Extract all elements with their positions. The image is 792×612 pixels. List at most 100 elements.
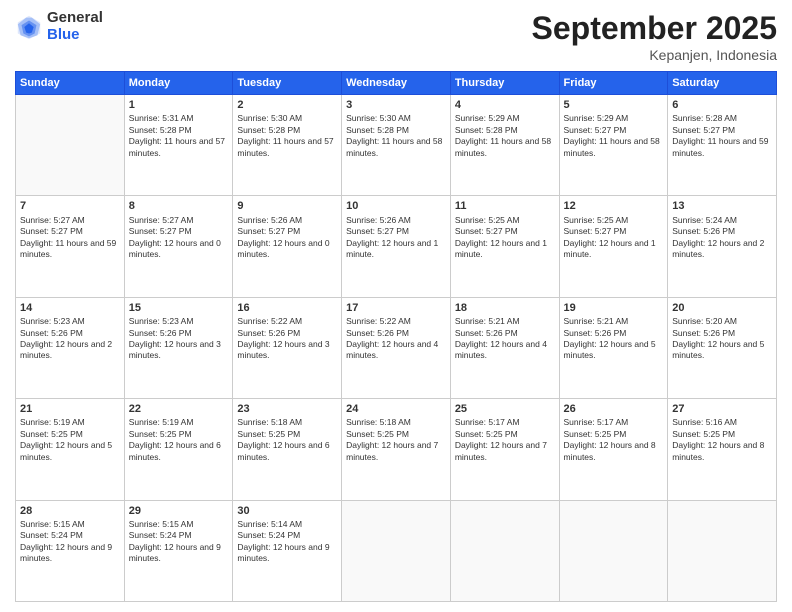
table-row: 16Sunrise: 5:22 AM Sunset: 5:26 PM Dayli… bbox=[233, 297, 342, 398]
table-row: 26Sunrise: 5:17 AM Sunset: 5:25 PM Dayli… bbox=[559, 399, 668, 500]
table-row bbox=[342, 500, 451, 601]
table-row: 13 Sunrise: 5:24 AM Sunset: 5:26 PM Dayli… bbox=[668, 196, 777, 297]
day-info: Sunrise: 5:20 AM Sunset: 5:26 PM Dayligh… bbox=[672, 316, 772, 362]
table-row: 29Sunrise: 5:15 AM Sunset: 5:24 PM Dayli… bbox=[124, 500, 233, 601]
day-info: Sunrise: 5:26 AM Sunset: 5:27 PM Dayligh… bbox=[346, 215, 446, 261]
day-info: Sunrise: 5:21 AM Sunset: 5:26 PM Dayligh… bbox=[455, 316, 555, 362]
table-row: 1Sunrise: 5:31 AM Sunset: 5:28 PM Daylig… bbox=[124, 95, 233, 196]
day-number: 27 bbox=[672, 402, 772, 416]
day-info: Sunrise: 5:25 AM Sunset: 5:27 PM Dayligh… bbox=[455, 215, 555, 261]
day-info: Sunrise: 5:23 AM Sunset: 5:26 PM Dayligh… bbox=[20, 316, 120, 362]
table-row: 5Sunrise: 5:29 AM Sunset: 5:27 PM Daylig… bbox=[559, 95, 668, 196]
day-info: Sunrise: 5:30 AM Sunset: 5:28 PM Dayligh… bbox=[237, 113, 337, 159]
table-row: 24Sunrise: 5:18 AM Sunset: 5:25 PM Dayli… bbox=[342, 399, 451, 500]
day-info: Sunrise: 5:16 AM Sunset: 5:25 PM Dayligh… bbox=[672, 417, 772, 463]
day-info: Sunrise: 5:30 AM Sunset: 5:28 PM Dayligh… bbox=[346, 113, 446, 159]
table-row bbox=[450, 500, 559, 601]
day-info: Sunrise: 5:18 AM Sunset: 5:25 PM Dayligh… bbox=[346, 417, 446, 463]
table-row: 8Sunrise: 5:27 AM Sunset: 5:27 PM Daylig… bbox=[124, 196, 233, 297]
col-tuesday: Tuesday bbox=[233, 72, 342, 95]
calendar-week-row: 7 Sunrise: 5:27 AM Sunset: 5:27 PM Daylig… bbox=[16, 196, 777, 297]
table-row: 28Sunrise: 5:15 AM Sunset: 5:24 PM Dayli… bbox=[16, 500, 125, 601]
day-info: Sunrise: 5:22 AM Sunset: 5:26 PM Dayligh… bbox=[237, 316, 337, 362]
day-number: 15 bbox=[129, 301, 229, 315]
day-info: Sunrise: 5:23 AM Sunset: 5:26 PM Dayligh… bbox=[129, 316, 229, 362]
table-row: 10 Sunrise: 5:26 AM Sunset: 5:27 PM Dayli… bbox=[342, 196, 451, 297]
table-row: 2Sunrise: 5:30 AM Sunset: 5:28 PM Daylig… bbox=[233, 95, 342, 196]
day-number: 17 bbox=[346, 301, 446, 315]
table-row bbox=[668, 500, 777, 601]
calendar-week-row: 28Sunrise: 5:15 AM Sunset: 5:24 PM Dayli… bbox=[16, 500, 777, 601]
day-number: 25 bbox=[455, 402, 555, 416]
day-info: Sunrise: 5:25 AM Sunset: 5:27 PM Dayligh… bbox=[564, 215, 664, 261]
day-number: 29 bbox=[129, 504, 229, 518]
table-row: 25Sunrise: 5:17 AM Sunset: 5:25 PM Dayli… bbox=[450, 399, 559, 500]
day-number: 28 bbox=[20, 504, 120, 518]
day-info: Sunrise: 5:26 AM Sunset: 5:27 PM Dayligh… bbox=[237, 215, 337, 261]
table-row: 27Sunrise: 5:16 AM Sunset: 5:25 PM Dayli… bbox=[668, 399, 777, 500]
calendar-week-row: 21Sunrise: 5:19 AM Sunset: 5:25 PM Dayli… bbox=[16, 399, 777, 500]
day-number: 3 bbox=[346, 98, 446, 112]
day-number: 26 bbox=[564, 402, 664, 416]
table-row: 14Sunrise: 5:23 AM Sunset: 5:26 PM Dayli… bbox=[16, 297, 125, 398]
table-row: 11 Sunrise: 5:25 AM Sunset: 5:27 PM Dayli… bbox=[450, 196, 559, 297]
table-row: 6Sunrise: 5:28 AM Sunset: 5:27 PM Daylig… bbox=[668, 95, 777, 196]
day-info: Sunrise: 5:17 AM Sunset: 5:25 PM Dayligh… bbox=[564, 417, 664, 463]
table-row: 21Sunrise: 5:19 AM Sunset: 5:25 PM Dayli… bbox=[16, 399, 125, 500]
table-row: 4Sunrise: 5:29 AM Sunset: 5:28 PM Daylig… bbox=[450, 95, 559, 196]
col-saturday: Saturday bbox=[668, 72, 777, 95]
day-number: 12 bbox=[564, 199, 664, 213]
location: Kepanjen, Indonesia bbox=[532, 47, 777, 63]
day-info: Sunrise: 5:24 AM Sunset: 5:26 PM Dayligh… bbox=[672, 215, 772, 261]
day-number: 1 bbox=[129, 98, 229, 112]
month-title: September 2025 bbox=[532, 10, 777, 47]
day-info: Sunrise: 5:18 AM Sunset: 5:25 PM Dayligh… bbox=[237, 417, 337, 463]
day-info: Sunrise: 5:22 AM Sunset: 5:26 PM Dayligh… bbox=[346, 316, 446, 362]
day-number: 19 bbox=[564, 301, 664, 315]
header: General Blue September 2025 Kepanjen, In… bbox=[15, 10, 777, 63]
table-row: 30Sunrise: 5:14 AM Sunset: 5:24 PM Dayli… bbox=[233, 500, 342, 601]
day-number: 5 bbox=[564, 98, 664, 112]
day-number: 4 bbox=[455, 98, 555, 112]
table-row: 18Sunrise: 5:21 AM Sunset: 5:26 PM Dayli… bbox=[450, 297, 559, 398]
day-number: 30 bbox=[237, 504, 337, 518]
calendar-header-row: Sunday Monday Tuesday Wednesday Thursday… bbox=[16, 72, 777, 95]
day-number: 11 bbox=[455, 199, 555, 213]
day-info: Sunrise: 5:31 AM Sunset: 5:28 PM Dayligh… bbox=[129, 113, 229, 159]
table-row: 15Sunrise: 5:23 AM Sunset: 5:26 PM Dayli… bbox=[124, 297, 233, 398]
logo-text: General Blue bbox=[47, 10, 103, 43]
table-row: 20Sunrise: 5:20 AM Sunset: 5:26 PM Dayli… bbox=[668, 297, 777, 398]
table-row: 19Sunrise: 5:21 AM Sunset: 5:26 PM Dayli… bbox=[559, 297, 668, 398]
col-thursday: Thursday bbox=[450, 72, 559, 95]
calendar-week-row: 14Sunrise: 5:23 AM Sunset: 5:26 PM Dayli… bbox=[16, 297, 777, 398]
day-number: 13 bbox=[672, 199, 772, 213]
logo-blue-text: Blue bbox=[47, 27, 103, 44]
table-row: 3Sunrise: 5:30 AM Sunset: 5:28 PM Daylig… bbox=[342, 95, 451, 196]
calendar-week-row: 1Sunrise: 5:31 AM Sunset: 5:28 PM Daylig… bbox=[16, 95, 777, 196]
day-number: 2 bbox=[237, 98, 337, 112]
table-row bbox=[16, 95, 125, 196]
logo: General Blue bbox=[15, 10, 103, 43]
day-info: Sunrise: 5:27 AM Sunset: 5:27 PM Dayligh… bbox=[20, 215, 120, 261]
table-row: 12 Sunrise: 5:25 AM Sunset: 5:27 PM Dayli… bbox=[559, 196, 668, 297]
table-row: 9Sunrise: 5:26 AM Sunset: 5:27 PM Daylig… bbox=[233, 196, 342, 297]
title-block: September 2025 Kepanjen, Indonesia bbox=[532, 10, 777, 63]
day-number: 23 bbox=[237, 402, 337, 416]
day-number: 21 bbox=[20, 402, 120, 416]
col-monday: Monday bbox=[124, 72, 233, 95]
day-info: Sunrise: 5:19 AM Sunset: 5:25 PM Dayligh… bbox=[20, 417, 120, 463]
day-number: 24 bbox=[346, 402, 446, 416]
col-sunday: Sunday bbox=[16, 72, 125, 95]
table-row: 23Sunrise: 5:18 AM Sunset: 5:25 PM Dayli… bbox=[233, 399, 342, 500]
table-row: 17Sunrise: 5:22 AM Sunset: 5:26 PM Dayli… bbox=[342, 297, 451, 398]
day-number: 6 bbox=[672, 98, 772, 112]
day-number: 20 bbox=[672, 301, 772, 315]
col-wednesday: Wednesday bbox=[342, 72, 451, 95]
day-number: 10 bbox=[346, 199, 446, 213]
day-info: Sunrise: 5:27 AM Sunset: 5:27 PM Dayligh… bbox=[129, 215, 229, 261]
day-number: 18 bbox=[455, 301, 555, 315]
day-number: 14 bbox=[20, 301, 120, 315]
table-row: 7 Sunrise: 5:27 AM Sunset: 5:27 PM Daylig… bbox=[16, 196, 125, 297]
day-number: 7 bbox=[20, 199, 120, 213]
day-info: Sunrise: 5:19 AM Sunset: 5:25 PM Dayligh… bbox=[129, 417, 229, 463]
